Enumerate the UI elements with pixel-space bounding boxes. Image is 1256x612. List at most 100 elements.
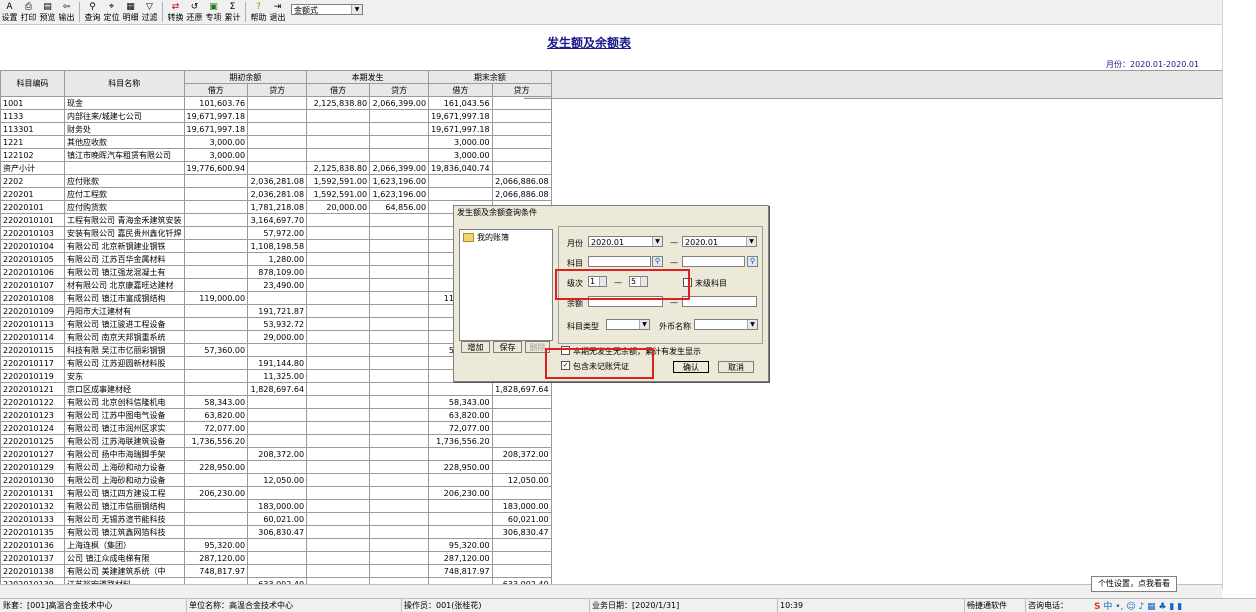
locate-button[interactable]: ⌖ 定位	[102, 0, 121, 24]
table-row[interactable]: 2202010123 有限公司 江苏中图电气设备 63,820.00 63,820.0…	[0, 408, 552, 422]
table-row[interactable]: 122102 镇江市晚晖汽车租赁有限公司 3,000.00 3,000.00	[0, 148, 552, 162]
cell-amount	[306, 343, 371, 357]
leaf-account-label: 末级科目	[695, 279, 727, 288]
cell-amount: 2,066,399.00	[369, 161, 430, 175]
cell-amount	[183, 330, 249, 344]
table-row[interactable]: 2202 应付账款 2,036,281.08 1,592,591.00 1,623,19…	[0, 174, 552, 188]
table-row[interactable]: 1221 其他应收款 3,000.00 3,000.00	[0, 135, 552, 149]
cell-name: 有限公司 无锡苏渲节能科技	[64, 512, 185, 526]
table-row[interactable]: 1133 内部往来/城建七公司 19,671,997.18 19,671,997.18	[0, 109, 552, 123]
horizontal-scrollbar[interactable]	[0, 584, 1222, 599]
table-row[interactable]: 2202010124 有限公司 镇江市润州区求实 72,077.00 72,077.0…	[0, 421, 552, 435]
add-button[interactable]: 增加	[461, 341, 490, 353]
search-icon[interactable]: ⚲	[652, 256, 663, 267]
cell-amount	[491, 460, 552, 474]
ok-button[interactable]: 确认	[673, 361, 709, 373]
table-row[interactable]: 2202010121 京口区成事建材经 1,828,697.64 1,828,697…	[0, 382, 552, 396]
header-opening-credit[interactable]: 贷方	[247, 83, 308, 97]
cell-amount: 2,036,281.08	[247, 187, 308, 201]
header-opening-debit[interactable]: 借方	[183, 83, 249, 97]
table-row[interactable]: 2202010122 有限公司 北京创科信隆机电 58,343.00 58,343.0…	[0, 395, 552, 409]
cell-amount	[183, 187, 249, 201]
month-to-value: 2020.01	[685, 238, 719, 247]
cell-amount	[306, 512, 371, 526]
cumulative-button[interactable]: Σ 累计	[223, 0, 242, 24]
cell-amount: 58,343.00	[428, 395, 493, 409]
table-row[interactable]: 2202010133 有限公司 无锡苏渲节能科技 60,021.00 60,021.0…	[0, 512, 552, 526]
cell-code: 2202010127	[0, 447, 65, 461]
header-closing-debit[interactable]: 借方	[428, 83, 493, 97]
special-button[interactable]: ▣ 专项	[204, 0, 223, 24]
cell-amount	[247, 109, 308, 123]
cell-amount: 306,830.47	[491, 525, 552, 539]
settings-button[interactable]: A 设置	[0, 0, 19, 24]
table-row[interactable]: 2202010129 有限公司 上海砂和动力设备 228,950.00 228,950…	[0, 460, 552, 474]
convert-button[interactable]: ⇄ 转换	[166, 0, 185, 24]
cell-code: 1221	[0, 135, 65, 149]
table-row[interactable]: 2202010125 有限公司 江苏海联建筑设备 1,736,556.20 1,736…	[0, 434, 552, 448]
account-range-dash: —	[670, 258, 678, 267]
account-type-select[interactable]: ▼	[606, 319, 650, 330]
account-book-tree[interactable]: 我的账簿	[459, 229, 553, 341]
header-closing-credit[interactable]: 贷方	[491, 83, 552, 97]
header-opening[interactable]: 期初余额	[183, 70, 308, 84]
cell-amount	[369, 434, 430, 448]
cell-amount	[369, 213, 430, 227]
cell-amount	[369, 343, 430, 357]
restore-button[interactable]: ↺ 还原	[185, 0, 204, 24]
header-current-debit[interactable]: 借方	[306, 83, 371, 97]
export-button[interactable]: ⇦ 输出	[57, 0, 76, 24]
table-row[interactable]: 2202010138 有限公司 美建建筑系统（中 748,817.97 748,817…	[0, 564, 552, 578]
table-row[interactable]: 2202010127 有限公司 扬中市海瑞脚手架 208,372.00 208,372…	[0, 447, 552, 461]
help-button[interactable]: ? 帮助	[249, 0, 268, 24]
cell-amount	[247, 434, 308, 448]
table-row[interactable]: 1001 现金 101,603.76 2,125,838.80 2,066,399.00…	[0, 96, 552, 110]
preview-icon: ▤	[43, 2, 52, 12]
tree-item-my-books[interactable]: 我的账簿	[463, 232, 552, 243]
account-from-input[interactable]	[588, 256, 651, 267]
print-button[interactable]: ⎙ 打印	[19, 0, 38, 24]
cell-amount	[306, 564, 371, 578]
header-closing[interactable]: 期末余额	[428, 70, 552, 84]
table-row[interactable]: 113301 财务处 19,671,997.18 19,671,997.18	[0, 122, 552, 136]
cell-amount: 191,721.87	[247, 304, 308, 318]
filter-button[interactable]: ▽ 过滤	[140, 0, 159, 24]
cell-amount: 878,109.00	[247, 265, 308, 279]
table-row[interactable]: 2202010131 有限公司 镇江四方建设工程 206,230.00 206,230…	[0, 486, 552, 500]
ime-indicator[interactable]: S 中 •, ☺ ♪ ▦ ♣ ▮ ▮	[1094, 599, 1182, 612]
exit-button[interactable]: ⇥ 退出	[268, 0, 287, 24]
cell-code: 2202010104	[0, 239, 65, 253]
month-to-select[interactable]: 2020.01 ▼	[682, 236, 757, 247]
header-code[interactable]: 科目编码	[0, 70, 65, 97]
currency-select[interactable]: ▼	[694, 319, 758, 330]
cell-name: 有限公司 江苏中图电气设备	[64, 408, 185, 422]
cell-name: 镇江市晚晖汽车租赁有限公司	[64, 148, 185, 162]
cell-amount: 19,836,040.74	[428, 161, 493, 175]
query-button[interactable]: ⚲ 查询	[83, 0, 102, 24]
cell-amount	[369, 486, 430, 500]
table-row[interactable]: 2202010130 有限公司 上海砂和动力设备 12,050.00 12,050.0…	[0, 473, 552, 487]
table-row[interactable]: 220201 应付工程款 2,036,281.08 1,592,591.00 1,62…	[0, 187, 552, 201]
cell-code: 2202010123	[0, 408, 65, 422]
cell-code: 1001	[0, 96, 65, 110]
balance-to-input[interactable]	[682, 296, 757, 307]
detail-button[interactable]: ▦ 明细	[121, 0, 140, 24]
preview-button[interactable]: ▤ 预览	[38, 0, 57, 24]
account-to-input[interactable]	[682, 256, 745, 267]
table-row[interactable]: 2202010135 有限公司 镇江筑鑫网箔科技 306,830.47 306,830…	[0, 525, 552, 539]
header-current-credit[interactable]: 贷方	[369, 83, 430, 97]
table-row[interactable]: 2202010137 公司 镇江众成电梯有限 287,120.00 287,120.0…	[0, 551, 552, 565]
header-name[interactable]: 科目名称	[64, 70, 185, 97]
save-button[interactable]: 保存	[493, 341, 522, 353]
table-row[interactable]: 2202010136 上海连枫（集团） 95,320.00 95,320.00	[0, 538, 552, 552]
month-from-select[interactable]: 2020.01 ▼	[588, 236, 663, 247]
chevron-down-icon: ▼	[351, 5, 362, 14]
cell-amount: 191,144.80	[247, 356, 308, 370]
table-row[interactable]: 资产小计 19,776,600.94 2,125,838.80 2,066,399.0…	[0, 161, 552, 175]
search-icon[interactable]: ⚲	[747, 256, 758, 267]
table-row[interactable]: 2202010132 有限公司 镇江市信丽钢结构 183,000.00 183,000…	[0, 499, 552, 513]
format-select[interactable]: 金额式 ▼	[291, 4, 363, 15]
cancel-button[interactable]: 取消	[718, 361, 754, 373]
query-label: 查询	[84, 13, 101, 22]
header-current[interactable]: 本期发生	[306, 70, 430, 84]
